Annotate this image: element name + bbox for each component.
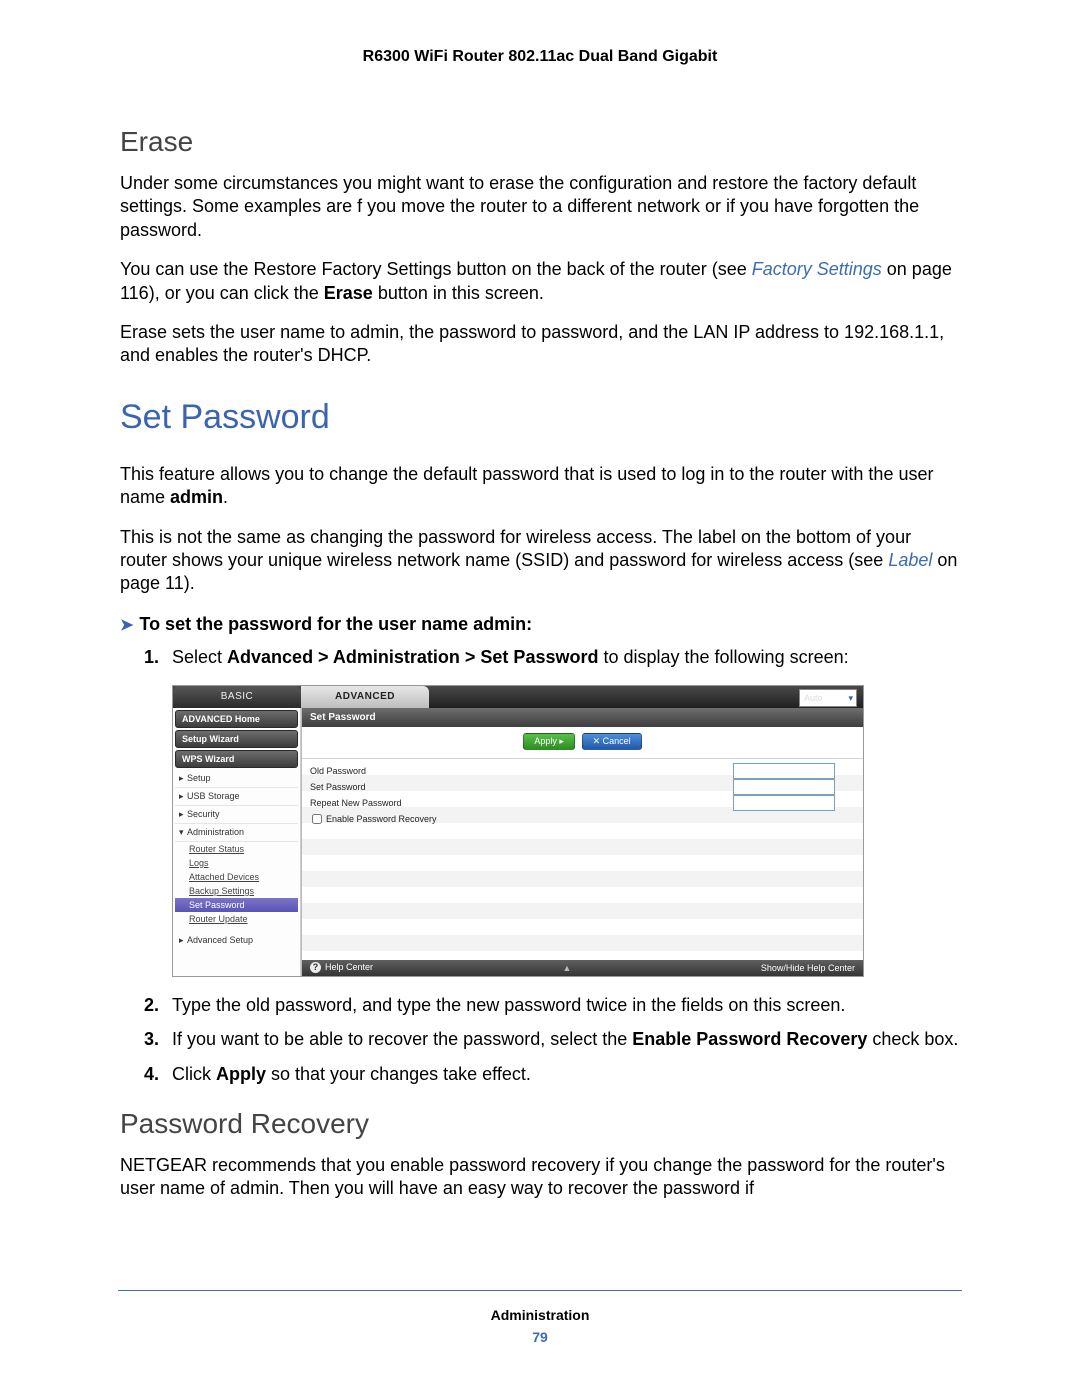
setpw-para-1: This feature allows you to change the de… <box>120 463 960 510</box>
tab-advanced[interactable]: ADVANCED <box>301 686 429 708</box>
tab-basic[interactable]: BASIC <box>173 686 301 708</box>
sidebar-security[interactable]: ▸Security <box>175 806 298 824</box>
panel-title: Set Password <box>302 708 863 727</box>
expand-up-icon[interactable]: ▲ <box>563 963 572 973</box>
sidebar: ADVANCED Home Setup Wizard WPS Wizard ▸S… <box>173 708 301 976</box>
help-icon: ? <box>310 962 321 973</box>
procedure-heading: ➤To set the password for the user name a… <box>120 614 960 635</box>
label-link[interactable]: Label <box>888 550 932 570</box>
repeat-password-label: Repeat New Password <box>310 798 733 808</box>
step-3: 3. If you want to be able to recover the… <box>144 1027 960 1051</box>
sidebar-administration[interactable]: ▾Administration <box>175 824 298 842</box>
factory-settings-link[interactable]: Factory Settings <box>752 259 882 279</box>
set-password-heading: Set Password <box>120 398 960 437</box>
new-password-input[interactable] <box>733 779 835 795</box>
enable-recovery-checkbox[interactable] <box>312 814 322 824</box>
setpw-para-2: This is not the same as changing the pas… <box>120 526 960 596</box>
page-number: 79 <box>0 1329 1080 1345</box>
sidebar-setup-wizard[interactable]: Setup Wizard <box>175 730 298 748</box>
step-2: 2. Type the old password, and type the n… <box>144 993 960 1017</box>
sidebar-usb-storage[interactable]: ▸USB Storage <box>175 788 298 806</box>
sidebar-router-update[interactable]: Router Update <box>175 912 298 926</box>
cancel-button[interactable]: ✕ Cancel <box>582 733 642 750</box>
repeat-password-input[interactable] <box>733 795 835 811</box>
sidebar-attached-devices[interactable]: Attached Devices <box>175 870 298 884</box>
router-admin-screenshot: BASIC ADVANCED Auto ADVANCED Home Setup … <box>172 685 864 977</box>
help-center-button[interactable]: ?Help Center <box>310 962 373 973</box>
erase-heading: Erase <box>120 126 960 158</box>
chevron-right-icon: ➤ <box>120 617 133 634</box>
step-1: 1. Select Advanced > Administration > Se… <box>144 645 960 669</box>
toggle-help-center[interactable]: Show/Hide Help Center <box>761 963 855 973</box>
sidebar-advanced-home[interactable]: ADVANCED Home <box>175 710 298 728</box>
footer-chapter: Administration <box>0 1307 1080 1323</box>
sidebar-set-password[interactable]: Set Password <box>175 898 298 912</box>
footer-rule <box>118 1290 962 1291</box>
old-password-label: Old Password <box>310 766 733 776</box>
old-password-input[interactable] <box>733 763 835 779</box>
erase-para-1: Under some circumstances you might want … <box>120 172 960 242</box>
sidebar-backup-settings[interactable]: Backup Settings <box>175 884 298 898</box>
recovery-para-1: NETGEAR recommends that you enable passw… <box>120 1154 960 1201</box>
erase-para-2: You can use the Restore Factory Settings… <box>120 258 960 305</box>
sidebar-setup[interactable]: ▸Setup <box>175 770 298 788</box>
erase-para-3: Erase sets the user name to admin, the p… <box>120 321 960 368</box>
apply-button[interactable]: Apply ▸ <box>523 733 575 750</box>
sidebar-logs[interactable]: Logs <box>175 856 298 870</box>
step-4: 4. Click Apply so that your changes take… <box>144 1062 960 1086</box>
new-password-label: Set Password <box>310 782 733 792</box>
sidebar-wps-wizard[interactable]: WPS Wizard <box>175 750 298 768</box>
sidebar-router-status[interactable]: Router Status <box>175 842 298 856</box>
sidebar-advanced-setup[interactable]: ▸Advanced Setup <box>175 932 298 949</box>
enable-recovery-label: Enable Password Recovery <box>326 814 437 824</box>
document-title: R6300 WiFi Router 802.11ac Dual Band Gig… <box>120 48 960 66</box>
language-select[interactable]: Auto <box>799 689 857 707</box>
password-recovery-heading: Password Recovery <box>120 1108 960 1140</box>
